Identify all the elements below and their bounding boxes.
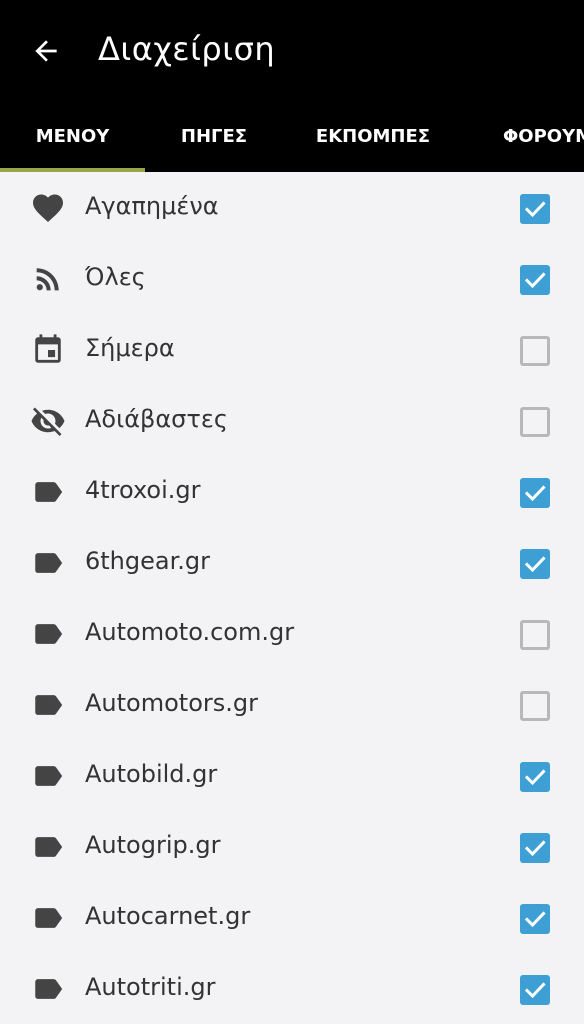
checkbox[interactable] bbox=[520, 620, 550, 650]
list-item-label: Autotriti.gr bbox=[85, 973, 216, 1001]
list-item[interactable]: Αγαπημένα bbox=[0, 172, 584, 243]
list-item-label: 4troxoi.gr bbox=[85, 476, 201, 504]
list-item[interactable]: Autogrip.gr bbox=[0, 811, 584, 882]
list-item[interactable]: 6thgear.gr bbox=[0, 527, 584, 598]
list-item-label: Autocarnet.gr bbox=[85, 902, 251, 930]
list-item[interactable]: Automoto.com.gr bbox=[0, 598, 584, 669]
list-item[interactable]: Autobild.gr bbox=[0, 740, 584, 811]
rss-icon bbox=[30, 261, 66, 297]
label-icon bbox=[30, 971, 66, 1007]
checkbox[interactable] bbox=[520, 194, 550, 224]
label-icon bbox=[30, 474, 66, 510]
checkbox[interactable] bbox=[520, 478, 550, 508]
list-item-label: Όλες bbox=[85, 263, 146, 291]
label-icon bbox=[30, 829, 66, 865]
tab-sources[interactable]: ΠΗΓΕΣ bbox=[145, 100, 283, 172]
list-item[interactable]: Autocarnet.gr bbox=[0, 882, 584, 953]
checkbox[interactable] bbox=[520, 762, 550, 792]
list-item-label: Αγαπημένα bbox=[85, 192, 219, 220]
tab-shows[interactable]: ΕΚΠΟΜΠΕΣ bbox=[283, 100, 463, 172]
list-item-label: Automotors.gr bbox=[85, 689, 258, 717]
tab-forum[interactable]: ΦΟΡΟΥΜ bbox=[463, 100, 584, 172]
checkbox[interactable] bbox=[520, 336, 550, 366]
list-item[interactable]: Automotors.gr bbox=[0, 669, 584, 740]
page-title: Διαχείριση bbox=[98, 30, 276, 68]
checkbox[interactable] bbox=[520, 407, 550, 437]
list-item[interactable]: Autotriti.gr bbox=[0, 953, 584, 1024]
heart-icon bbox=[30, 190, 66, 226]
app-bar: Διαχείριση ΜΕΝΟΥ ΠΗΓΕΣ ΕΚΠΟΜΠΕΣ ΦΟΡΟΥΜ bbox=[0, 0, 584, 172]
label-icon bbox=[30, 900, 66, 936]
list-item[interactable]: 4troxoi.gr bbox=[0, 456, 584, 527]
checkbox[interactable] bbox=[520, 265, 550, 295]
list-item-label: 6thgear.gr bbox=[85, 547, 210, 575]
list-item[interactable]: Σήμερα bbox=[0, 314, 584, 385]
label-icon bbox=[30, 616, 66, 652]
list-item-label: Αδιάβαστες bbox=[85, 405, 228, 433]
checkbox[interactable] bbox=[520, 691, 550, 721]
list-item-label: Σήμερα bbox=[85, 334, 175, 362]
tab-bar: ΜΕΝΟΥ ΠΗΓΕΣ ΕΚΠΟΜΠΕΣ ΦΟΡΟΥΜ bbox=[0, 100, 584, 172]
tab-menu[interactable]: ΜΕΝΟΥ bbox=[0, 100, 145, 172]
calendar-icon bbox=[30, 332, 66, 368]
eye-off-icon bbox=[30, 403, 66, 439]
list-item-label: Autobild.gr bbox=[85, 760, 218, 788]
label-icon bbox=[30, 687, 66, 723]
list-item[interactable]: Όλες bbox=[0, 243, 584, 314]
list-item-label: Automoto.com.gr bbox=[85, 618, 295, 646]
checkbox[interactable] bbox=[520, 975, 550, 1005]
back-button[interactable] bbox=[28, 33, 64, 69]
checkbox[interactable] bbox=[520, 549, 550, 579]
label-icon bbox=[30, 545, 66, 581]
arrow-back-icon bbox=[35, 40, 57, 62]
label-icon bbox=[30, 758, 66, 794]
checkbox[interactable] bbox=[520, 904, 550, 934]
list-item-label: Autogrip.gr bbox=[85, 831, 221, 859]
checkbox[interactable] bbox=[520, 833, 550, 863]
list-item[interactable]: Αδιάβαστες bbox=[0, 385, 584, 456]
